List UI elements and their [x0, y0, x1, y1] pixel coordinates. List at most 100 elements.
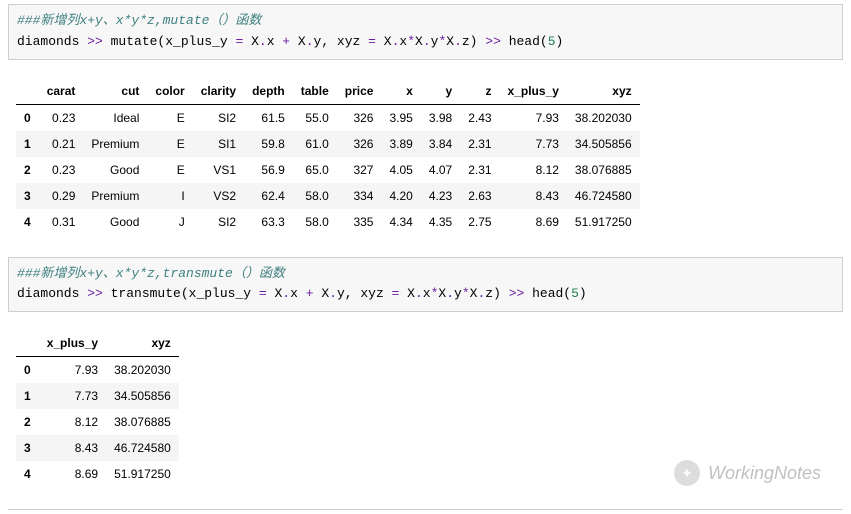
code-token: X [415, 34, 423, 49]
cell: 51.917250 [567, 209, 640, 235]
column-header: x [381, 78, 420, 105]
column-header: cut [83, 78, 147, 105]
code-token: head( [501, 34, 548, 49]
cell: 4.05 [381, 157, 420, 183]
cell: 61.0 [293, 131, 337, 157]
cell: 38.076885 [106, 409, 179, 435]
number-token: 5 [548, 34, 556, 49]
row-index: 4 [16, 209, 39, 235]
table-row: 38.4346.724580 [16, 435, 179, 461]
cell: 62.4 [244, 183, 293, 209]
operator-token: . [259, 34, 267, 49]
row-index: 2 [16, 157, 39, 183]
table-row: 17.7334.505856 [16, 383, 179, 409]
cell: J [147, 209, 192, 235]
table-row: 20.23GoodEVS156.965.03274.054.072.318.12… [16, 157, 640, 183]
column-header: xyz [567, 78, 640, 105]
code-token: X [314, 286, 330, 301]
code-cell-2: ###新增列x+y、x*y*z,transmute（）函数 diamonds >… [8, 257, 843, 313]
cell: 8.43 [39, 435, 106, 461]
code-token: transmute(x_plus_y [103, 286, 259, 301]
cell: 7.73 [39, 383, 106, 409]
cell: 63.3 [244, 209, 293, 235]
watermark-text: WorkingNotes [708, 463, 821, 484]
cell: VS2 [193, 183, 244, 209]
cell: E [147, 104, 192, 131]
cell: 2.43 [460, 104, 499, 131]
operator-token: + [282, 34, 290, 49]
row-index: 3 [16, 435, 39, 461]
cell: 51.917250 [106, 461, 179, 487]
table-row: 28.1238.076885 [16, 409, 179, 435]
cell: SI2 [193, 209, 244, 235]
code-token: X [243, 34, 259, 49]
code-token: z) [485, 286, 508, 301]
operator-token: . [329, 286, 337, 301]
cell: Premium [83, 183, 147, 209]
code-cell-1: ###新增列x+y、x*y*z,mutate（）函数 diamonds >> m… [8, 4, 843, 60]
cell: Ideal [83, 104, 147, 131]
operator-token: + [306, 286, 314, 301]
number-token: 5 [571, 286, 579, 301]
cell: 46.724580 [106, 435, 179, 461]
cell: I [147, 183, 192, 209]
cell: 3.95 [381, 104, 420, 131]
column-header: clarity [193, 78, 244, 105]
cell: 34.505856 [106, 383, 179, 409]
code-token: x [423, 286, 431, 301]
column-header: y [421, 78, 460, 105]
table-row: 48.6951.917250 [16, 461, 179, 487]
table-corner [16, 330, 39, 357]
code-token: y [454, 286, 462, 301]
code-token: x [267, 34, 283, 49]
cell: 4.07 [421, 157, 460, 183]
row-index: 3 [16, 183, 39, 209]
cell: 8.12 [500, 157, 567, 183]
code-line: diamonds >> transmute(x_plus_y = X.x + X… [17, 286, 587, 301]
cell: 38.202030 [106, 357, 179, 384]
code-token: head( [524, 286, 571, 301]
cell: 58.0 [293, 183, 337, 209]
cell: 4.34 [381, 209, 420, 235]
cell: 4.20 [381, 183, 420, 209]
column-header: color [147, 78, 192, 105]
code-token: z) [462, 34, 485, 49]
table-row: 07.9338.202030 [16, 357, 179, 384]
output-table-2: x_plus_yxyz 07.9338.20203017.7334.505856… [16, 330, 179, 487]
code-token: X [446, 34, 454, 49]
divider [8, 509, 843, 510]
operator-token: . [282, 286, 290, 301]
cell: SI1 [193, 131, 244, 157]
cell: 7.73 [500, 131, 567, 157]
code-token: x [290, 286, 306, 301]
output-table-1: caratcutcolorclaritydepthtablepricexyzx_… [16, 78, 640, 235]
table-row: 00.23IdealESI261.555.03263.953.982.437.9… [16, 104, 640, 131]
table-row: 40.31GoodJSI263.358.03354.344.352.758.69… [16, 209, 640, 235]
cell: 0.23 [39, 104, 84, 131]
code-token: ) [579, 286, 587, 301]
code-comment: ###新增列x+y、x*y*z,transmute（）函数 [17, 266, 285, 281]
column-header: table [293, 78, 337, 105]
cell: Good [83, 157, 147, 183]
operator-token: * [462, 286, 470, 301]
code-token: X [399, 286, 415, 301]
watermark-icon: ✦ [674, 460, 700, 486]
cell: 326 [337, 131, 382, 157]
row-index: 2 [16, 409, 39, 435]
cell: Good [83, 209, 147, 235]
row-index: 1 [16, 383, 39, 409]
cell: 65.0 [293, 157, 337, 183]
code-token: diamonds [17, 34, 87, 49]
cell: 334 [337, 183, 382, 209]
cell: 0.23 [39, 157, 84, 183]
operator-token: >> [87, 286, 103, 301]
code-token: y, xyz [337, 286, 392, 301]
operator-token: . [306, 34, 314, 49]
cell: 2.31 [460, 157, 499, 183]
cell: 55.0 [293, 104, 337, 131]
cell: 335 [337, 209, 382, 235]
cell: 2.75 [460, 209, 499, 235]
table-row: 30.29PremiumIVS262.458.03344.204.232.638… [16, 183, 640, 209]
operator-token: * [407, 34, 415, 49]
cell: 2.63 [460, 183, 499, 209]
